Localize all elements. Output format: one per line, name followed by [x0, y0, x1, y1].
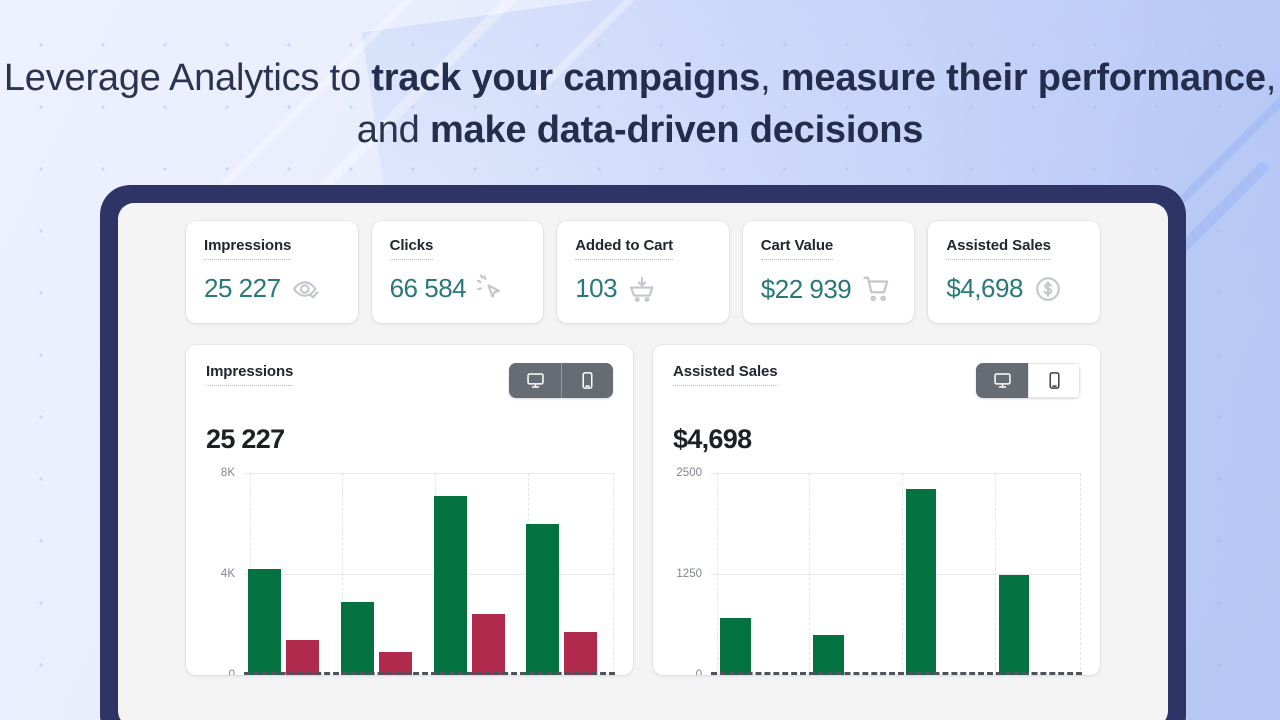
headline-segment-3: measure their performance	[780, 57, 1266, 99]
headline-segment-0: Leverage Analytics to	[3, 57, 372, 99]
kpi-card-cart-value[interactable]: Cart Value $22 939	[742, 221, 915, 323]
desktop-icon	[526, 371, 545, 390]
panel-title: Impressions	[206, 363, 293, 386]
kpi-value-row: 66 584	[390, 273, 526, 304]
chart-gridline	[244, 473, 615, 474]
page-headline: Leverage Analytics to track your campaig…	[0, 52, 1280, 156]
chart-zero-baseline	[244, 672, 615, 675]
kpi-value-row: 103	[575, 273, 711, 304]
dashboard-screen: Impressions 25 227 Clicks 66 584 Added to Ca…	[118, 203, 1168, 720]
device-toggle-group	[976, 363, 1080, 398]
chart-bar[interactable]	[905, 489, 937, 675]
chart-bar[interactable]	[720, 618, 751, 675]
chart-bar[interactable]	[248, 568, 282, 675]
kpi-card-clicks[interactable]: Clicks 66 584	[371, 221, 544, 323]
kpi-value: 25 227	[204, 273, 281, 303]
headline-segment-1: track your campaigns	[371, 57, 761, 99]
headline-segment-2: ,	[760, 57, 781, 99]
mobile-icon	[578, 371, 597, 390]
chart-bar[interactable]	[286, 639, 320, 675]
chart-y-tick-label: 0	[228, 669, 235, 675]
kpi-label: Clicks	[389, 237, 433, 260]
mobile-icon	[1045, 371, 1064, 390]
chart-panel-impressions: Impressions 25 227 04K8K Feb 5Feb 12Feb …	[186, 345, 633, 675]
kpi-value: $4,698	[946, 273, 1023, 303]
kpi-label: Cart Value	[760, 237, 833, 260]
chart-gridline	[711, 473, 1082, 474]
chart-bar[interactable]	[998, 574, 1030, 675]
chart-plot-area: 0 4K 8K	[221, 467, 615, 675]
toggle-mobile-button[interactable]	[1028, 363, 1080, 398]
chart-panel-row: Impressions 25 227 04K8K Feb 5Feb 12Feb …	[132, 323, 1154, 675]
kpi-value: 66 584	[389, 273, 467, 303]
chart-vertical-gridline	[809, 473, 811, 675]
eye-check-icon	[291, 274, 321, 304]
chart-vertical-gridline	[613, 473, 614, 675]
kpi-value: $22 939	[760, 273, 852, 304]
kpi-card-row: Impressions 25 227 Clicks 66 584 Added to Ca…	[132, 221, 1154, 323]
dollar-circle-icon	[1033, 274, 1063, 304]
cart-icon	[861, 273, 893, 305]
chart-bar[interactable]	[471, 614, 505, 675]
chart-bar[interactable]	[813, 634, 844, 675]
chart-assisted-sales: 012502500 Feb 5Feb 12Feb 19Feb 26	[673, 463, 1082, 675]
chart-zero-baseline	[711, 672, 1082, 675]
chart-y-tick-label: 4K	[220, 568, 235, 580]
panel-title: Assisted Sales	[673, 363, 778, 386]
chart-panel-assisted-sales: Assisted Sales $4,698 012502500 Feb 5Feb…	[653, 345, 1100, 675]
desktop-icon	[993, 371, 1012, 390]
kpi-card-assisted-sales[interactable]: Assisted Sales $4,698	[928, 221, 1100, 323]
kpi-label: Impressions	[204, 237, 291, 260]
cart-add-icon	[627, 274, 657, 304]
panel-header: Assisted Sales	[673, 363, 1080, 398]
click-cursor-icon	[476, 273, 506, 304]
chart-plot-area: 0 1250 2500	[676, 467, 1082, 675]
toggle-mobile-button[interactable]	[561, 363, 613, 398]
chart-vertical-gridline	[902, 473, 904, 675]
chart-vertical-gridline	[994, 473, 996, 675]
kpi-card-added-to-cart[interactable]: Added to Cart 103	[557, 221, 729, 323]
chart-vertical-gridline	[1080, 473, 1081, 675]
toggle-desktop-button[interactable]	[509, 363, 561, 398]
panel-header: Impressions	[206, 363, 613, 398]
chart-bar[interactable]	[526, 523, 560, 675]
panel-total-value: $4,698	[673, 424, 752, 454]
kpi-label: Assisted Sales	[946, 237, 1051, 260]
kpi-value-row: $22 939	[761, 273, 897, 305]
chart-y-tick-label: 1250	[676, 568, 702, 580]
chart-bar[interactable]	[433, 495, 467, 675]
headline-segment-5: make data-driven decisions	[429, 109, 924, 151]
chart-y-tick-label: 0	[695, 669, 702, 675]
panel-total-value: 25 227	[206, 424, 285, 454]
chart-gridline	[244, 574, 615, 575]
chart-vertical-gridline	[716, 473, 718, 675]
toggle-desktop-button[interactable]	[976, 363, 1028, 398]
kpi-value: 103	[575, 273, 618, 303]
kpi-value-row: 25 227	[204, 273, 340, 304]
kpi-label: Added to Cart	[575, 237, 673, 260]
chart-y-tick-label: 2500	[676, 467, 702, 479]
kpi-card-impressions[interactable]: Impressions 25 227	[186, 221, 358, 323]
kpi-value-row: $4,698	[946, 273, 1082, 304]
device-frame: Impressions 25 227 Clicks 66 584 Added to Ca…	[100, 185, 1186, 720]
chart-bar[interactable]	[564, 632, 598, 675]
device-toggle-group	[509, 363, 613, 398]
chart-y-tick-label: 8K	[220, 467, 235, 479]
chart-bar[interactable]	[340, 601, 374, 675]
chart-impressions: 04K8K Feb 5Feb 12Feb 19Feb 26	[206, 463, 615, 675]
